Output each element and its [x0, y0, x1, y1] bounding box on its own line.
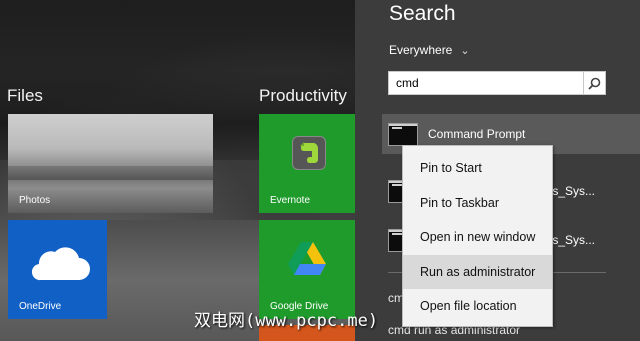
tile-google-drive[interactable]: Google Drive: [259, 220, 355, 319]
menu-item-pin-to-start[interactable]: Pin to Start: [403, 151, 552, 186]
group-title-productivity: Productivity: [259, 86, 347, 105]
menu-item-open-new-window[interactable]: Open in new window: [403, 220, 552, 255]
search-scope-dropdown[interactable]: Everywhere ⌄: [389, 43, 470, 57]
search-input[interactable]: [389, 72, 583, 94]
cloud-icon: [31, 247, 90, 281]
chevron-down-icon: ⌄: [460, 44, 470, 57]
search-title: Search: [389, 2, 456, 25]
group-title-files: Files: [7, 86, 43, 105]
menu-item-run-as-administrator[interactable]: Run as administrator: [403, 254, 552, 289]
tile-onedrive[interactable]: OneDrive: [8, 220, 107, 319]
google-drive-icon: [288, 242, 326, 275]
search-icon: [588, 77, 601, 90]
context-menu: Pin to Start Pin to Taskbar Open in new …: [402, 145, 553, 327]
photo-ridge: [8, 166, 213, 180]
command-prompt-icon: [388, 122, 418, 146]
search-box: [388, 71, 606, 95]
tile-evernote-label: Evernote: [270, 195, 311, 206]
search-result-label: Command Prompt: [428, 127, 526, 141]
menu-item-open-file-location[interactable]: Open file location: [403, 289, 552, 324]
evernote-icon: [292, 136, 326, 170]
tile-evernote[interactable]: Evernote: [259, 114, 355, 213]
tile-photos[interactable]: Photos: [8, 114, 213, 213]
start-screen: Files Productivity Photos OneDrive Evern…: [0, 0, 355, 341]
tile-photos-label: Photos: [19, 195, 51, 206]
watermark: 双电网(www.pcpc.me): [194, 311, 379, 331]
menu-item-pin-to-taskbar[interactable]: Pin to Taskbar: [403, 186, 552, 221]
search-button[interactable]: [583, 72, 605, 94]
tile-onedrive-label: OneDrive: [19, 301, 62, 312]
search-scope-label: Everywhere: [389, 43, 453, 57]
